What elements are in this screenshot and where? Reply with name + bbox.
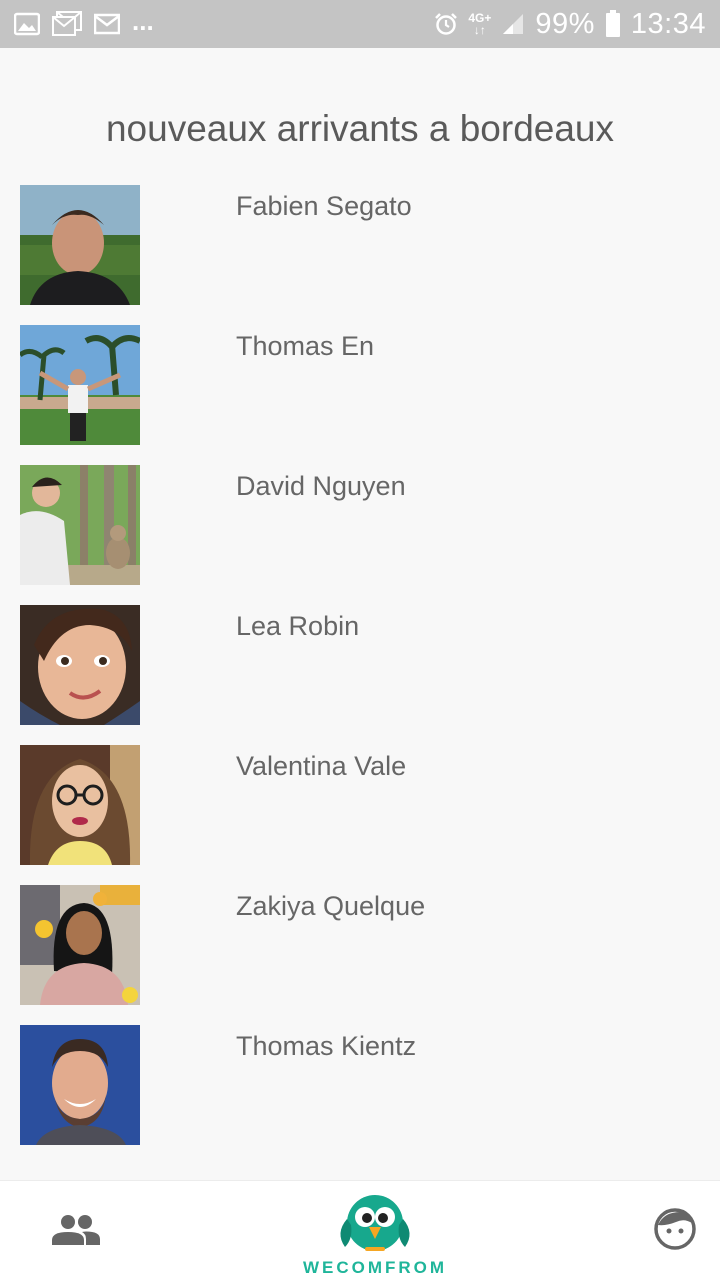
status-bar: ... 4G+ ↓↑ 99% 13:34 xyxy=(0,0,720,48)
user-name: Thomas En xyxy=(236,331,375,361)
avatar[interactable] xyxy=(20,1025,140,1145)
brand-name: WECOMFROM xyxy=(302,1258,448,1277)
user-name: Valentina Vale xyxy=(236,751,407,781)
clock: 13:34 xyxy=(630,7,706,40)
user-name: Fabien Segato xyxy=(236,191,412,221)
gmail-icon xyxy=(52,11,82,37)
list-item[interactable]: David Nguyen xyxy=(20,465,700,605)
list-item[interactable]: Zakiya Quelque xyxy=(20,885,700,1025)
signal-icon xyxy=(501,12,525,36)
user-name: Lea Robin xyxy=(236,611,360,641)
list-item[interactable]: Fabien Segato xyxy=(20,185,700,325)
list-item[interactable]: Thomas Kientz xyxy=(20,1025,700,1165)
battery-percent: 99% xyxy=(535,7,595,40)
list-item[interactable]: Thomas En xyxy=(20,325,700,465)
list-item[interactable]: Lea Robin xyxy=(20,605,700,745)
avatar[interactable] xyxy=(20,885,140,1005)
overflow-indicator: ... xyxy=(132,5,154,36)
image-icon xyxy=(14,12,40,36)
user-name: Thomas Kientz xyxy=(236,1031,417,1061)
avatar[interactable] xyxy=(20,745,140,865)
user-name: David Nguyen xyxy=(236,471,406,501)
avatar[interactable] xyxy=(20,465,140,585)
network-type: 4G+ ↓↑ xyxy=(468,11,492,37)
avatar[interactable] xyxy=(20,185,140,305)
avatar[interactable] xyxy=(20,325,140,445)
list-item[interactable]: Valentina Vale xyxy=(20,745,700,885)
alarm-icon xyxy=(434,12,458,36)
user-name: Zakiya Quelque xyxy=(236,891,426,921)
mail-icon xyxy=(94,13,120,35)
bird-mascot-icon xyxy=(340,1195,410,1251)
bottom-nav: WECOMFROM xyxy=(0,1180,720,1281)
profile-face-icon[interactable] xyxy=(654,1208,696,1255)
battery-icon xyxy=(605,10,621,38)
page-title: nouveaux arrivants a bordeaux xyxy=(105,108,615,149)
people-icon[interactable] xyxy=(52,1213,100,1250)
avatar[interactable] xyxy=(20,605,140,725)
user-list: Fabien Segato Thomas En David Nguyen Lea… xyxy=(20,185,700,1165)
wecomfrom-logo[interactable]: WECOMFROM xyxy=(300,1189,450,1278)
